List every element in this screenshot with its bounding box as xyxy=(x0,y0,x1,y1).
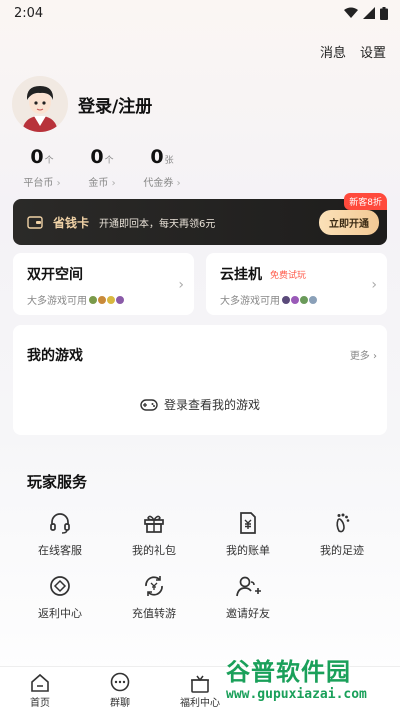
my-games-card: 我的游戏 更多 › 登录查看我的游戏 xyxy=(13,325,387,435)
profile-section[interactable]: 登录/注册 xyxy=(12,76,152,132)
service-label: 返利中心 xyxy=(38,607,82,620)
service-label: 邀请好友 xyxy=(226,607,270,620)
open-now-button[interactable]: 立即开通 xyxy=(319,209,379,235)
watermark-url: www.gupuxiazai.com xyxy=(226,687,367,702)
settings-link[interactable]: 设置 xyxy=(360,42,386,61)
invite-icon xyxy=(236,576,261,597)
stat-label: 金币 xyxy=(72,174,132,189)
stat-value: 0 xyxy=(90,146,104,168)
battery-icon xyxy=(380,6,388,20)
card-subtitle: 大多游戏可用 xyxy=(220,296,280,307)
service-my-gifts[interactable]: 我的礼包 xyxy=(107,510,201,558)
tab-group-chat[interactable]: 群聊 xyxy=(80,667,160,712)
avatar-boy-icon xyxy=(12,76,68,132)
home-icon xyxy=(31,673,49,692)
rebate-icon xyxy=(50,576,70,596)
service-my-footprint[interactable]: 我的足迹 xyxy=(295,510,389,558)
stat-platform-coin[interactable]: 0个 平台币 xyxy=(12,146,72,189)
footprint-icon xyxy=(336,513,350,533)
status-time: 2:04 xyxy=(14,5,44,21)
bill-icon xyxy=(240,512,256,534)
service-my-bill[interactable]: 我的账单 xyxy=(201,510,295,558)
tab-label: 群聊 xyxy=(110,698,130,709)
more-games-link[interactable]: 更多 › xyxy=(350,347,377,362)
stat-value: 0 xyxy=(30,146,44,168)
card-description: 开通即回本，每天再领6元 xyxy=(99,218,216,230)
login-prompt: 登录查看我的游戏 xyxy=(163,398,260,412)
signal-icon xyxy=(363,7,375,19)
login-register-link[interactable]: 登录/注册 xyxy=(78,92,152,117)
game-thumbnails xyxy=(281,294,318,305)
gift-icon xyxy=(144,515,164,533)
stat-voucher[interactable]: 0张 代金券 xyxy=(132,146,192,189)
more-label: 更多 xyxy=(349,351,370,362)
transfer-icon xyxy=(145,576,163,596)
service-label: 我的足迹 xyxy=(320,544,364,557)
service-invite-friends[interactable]: 邀请好友 xyxy=(201,573,295,621)
new-user-badge: 新客8折 xyxy=(344,193,387,210)
status-icons xyxy=(344,6,388,20)
welfare-icon xyxy=(191,675,209,693)
site-watermark: 谷普软件园 www.gupuxiazai.com xyxy=(226,652,396,710)
game-thumbnails xyxy=(88,294,125,305)
chevron-right-icon: › xyxy=(371,277,377,293)
player-services-title: 玩家服务 xyxy=(27,473,88,491)
messages-link[interactable]: 消息 xyxy=(320,42,346,61)
chat-icon xyxy=(110,672,130,692)
service-label: 充值转游 xyxy=(132,607,176,620)
headset-icon xyxy=(50,513,70,534)
stat-unit: 个 xyxy=(44,156,54,166)
top-links: 消息 设置 xyxy=(320,42,386,61)
dual-space-card[interactable]: 双开空间 大多游戏可用 › xyxy=(13,253,194,315)
tab-home[interactable]: 首页 xyxy=(0,667,80,712)
service-rebate-center[interactable]: 返利中心 xyxy=(13,573,107,621)
stat-label: 平台币 xyxy=(12,174,72,189)
card-title: 省钱卡 xyxy=(53,215,90,230)
wifi-icon xyxy=(344,7,358,18)
tab-label: 首页 xyxy=(30,698,50,709)
stats-row: 0个 平台币 0个 金币 0张 代金券 xyxy=(12,146,192,189)
wallet-icon xyxy=(27,216,43,229)
watermark-brand: 谷普软件园 xyxy=(226,658,351,686)
chevron-right-icon: › xyxy=(178,277,184,293)
service-label: 我的账单 xyxy=(226,544,270,557)
service-label: 在线客服 xyxy=(38,544,82,557)
stat-gold-coin[interactable]: 0个 金币 xyxy=(72,146,132,189)
cloud-hosting-card[interactable]: 云挂机 免费试玩 大多游戏可用 › xyxy=(206,253,387,315)
service-recharge-transfer[interactable]: 充值转游 xyxy=(107,573,201,621)
stat-value: 0 xyxy=(150,146,164,168)
card-title: 双开空间 xyxy=(27,267,83,283)
status-bar: 2:04 xyxy=(0,0,400,26)
section-title: 我的游戏 xyxy=(27,348,83,364)
free-trial-tag: 免费试玩 xyxy=(270,270,307,281)
stat-unit: 个 xyxy=(104,156,114,166)
card-title: 云挂机 xyxy=(220,267,262,283)
avatar[interactable] xyxy=(12,76,68,132)
stat-label: 代金券 xyxy=(132,174,192,189)
service-label: 我的礼包 xyxy=(132,544,176,557)
card-subtitle: 大多游戏可用 xyxy=(27,296,87,307)
stat-unit: 张 xyxy=(164,156,174,166)
service-online-support[interactable]: 在线客服 xyxy=(13,510,107,558)
login-view-games[interactable]: 登录查看我的游戏 xyxy=(13,396,387,413)
gamepad-icon xyxy=(140,398,158,411)
money-saving-card[interactable]: 省钱卡 开通即回本，每天再领6元 立即开通 xyxy=(13,199,387,245)
